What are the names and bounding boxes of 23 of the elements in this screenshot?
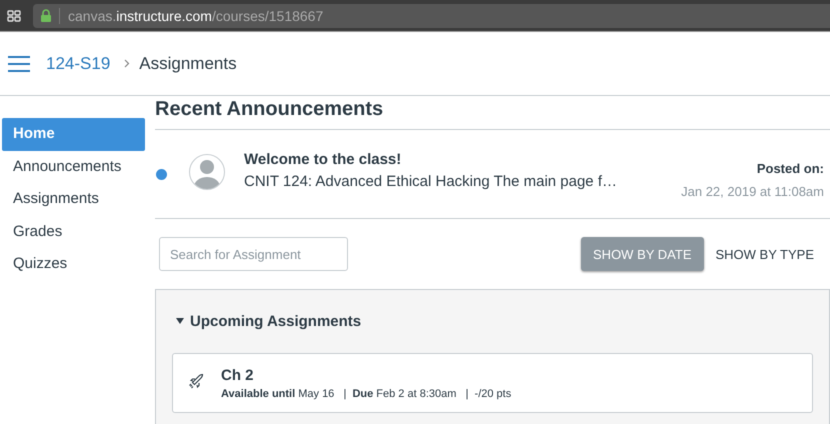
announcement-preview: CNIT 124: Advanced Ethical Hacking The main page f… xyxy=(244,172,618,190)
view-toggle-button[interactable]: SHOW BY TYPE xyxy=(704,237,826,271)
padlock-icon xyxy=(41,9,51,22)
assignment-title[interactable]: Ch 2 xyxy=(221,366,512,384)
assignment-card[interactable]: Ch 2 Available until May 16 | Due Feb 2 at 8:30am | -/20 pts xyxy=(172,353,813,413)
sidebar-link[interactable]: Quizzes xyxy=(2,248,145,280)
announcement-title[interactable]: Welcome to the class! xyxy=(244,150,682,168)
breadcrumb-link[interactable]: 124-S19 xyxy=(46,54,110,74)
section-heading: Recent Announcements xyxy=(155,96,830,130)
tabs-grid-icon[interactable] xyxy=(7,10,21,22)
search-field[interactable]: Search for Assignment xyxy=(159,237,348,271)
assignment-details: Available until May 16 | Due Feb 2 at 8:30am | -/20 pts xyxy=(221,388,512,400)
posted-label: Posted on: xyxy=(756,161,824,176)
chevron-icon xyxy=(124,59,130,68)
sidebar-link[interactable]: Assignments xyxy=(2,183,145,216)
sidebar-link[interactable]: Grades xyxy=(2,216,145,248)
breadcrumb-current: Assignments xyxy=(139,54,237,74)
posted-date: Jan 22, 2019 at 11:08am xyxy=(681,184,824,199)
sidebar-link[interactable]: Announcements xyxy=(2,150,145,183)
menu-icon[interactable] xyxy=(8,56,30,72)
avatar-icon xyxy=(189,154,225,190)
rocket-icon xyxy=(189,372,205,388)
group-toggle[interactable]: Upcoming Assignments xyxy=(172,289,366,353)
